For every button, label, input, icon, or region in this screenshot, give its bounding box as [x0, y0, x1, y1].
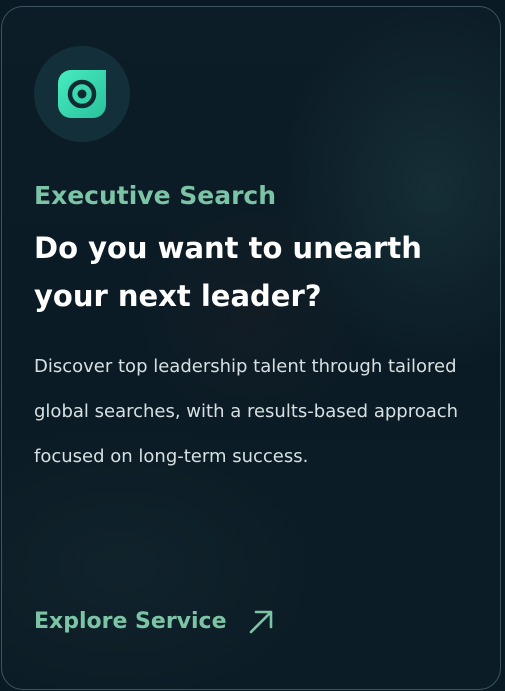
- service-headline: Do you want to unearth your next leader?: [34, 231, 422, 313]
- target-leaf-icon: [58, 70, 106, 118]
- explore-service-label: Explore Service: [34, 609, 227, 634]
- service-category: Executive Search: [34, 181, 277, 210]
- service-icon-badge: [34, 46, 130, 142]
- explore-service-link[interactable]: Explore Service: [34, 605, 275, 639]
- service-card: Executive Search Do you want to unearth …: [1, 6, 501, 690]
- service-description: Discover top leadership talent through t…: [34, 356, 459, 467]
- arrow-up-right-icon: [247, 608, 275, 636]
